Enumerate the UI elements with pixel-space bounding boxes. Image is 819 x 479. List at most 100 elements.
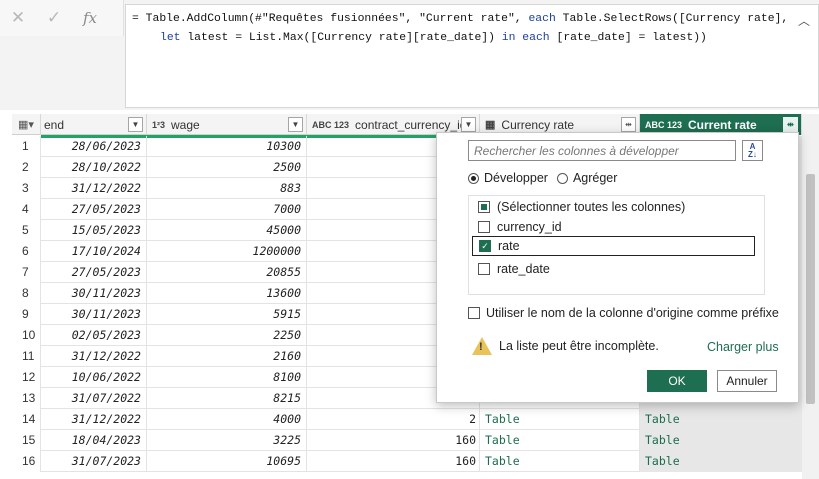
power-query-editor: ✕ ✓ fx = Table.AddColumn(#"Requêtes fusi…: [0, 0, 819, 479]
cell-wage[interactable]: 13600: [147, 283, 307, 304]
cell-wage[interactable]: 45000: [147, 220, 307, 241]
row-number: 2: [12, 157, 41, 178]
cell-currency-rate[interactable]: Table: [480, 409, 640, 430]
load-more-link[interactable]: Charger plus: [707, 340, 779, 354]
cell-wage[interactable]: 10695: [147, 451, 307, 472]
table-row[interactable]: 16 31/07/2023 10695 160 Table Table: [12, 451, 802, 472]
formula-seg: [rate_date] = latest)): [549, 32, 707, 44]
cell-wage[interactable]: 8100: [147, 367, 307, 388]
column-header-label: wage: [171, 117, 200, 132]
cancel-button[interactable]: Annuler: [717, 370, 777, 392]
row-number: 14: [12, 409, 41, 430]
checkbox-select-all[interactable]: (Sélectionner toutes les colonnes): [478, 197, 685, 217]
checkbox-unchecked-icon[interactable]: [468, 307, 480, 319]
table-row[interactable]: 15 18/04/2023 3225 160 Table Table: [12, 430, 802, 451]
cell-wage[interactable]: 4000: [147, 409, 307, 430]
close-icon[interactable]: ✕: [0, 0, 36, 36]
radio-aggregate[interactable]: Agréger: [556, 171, 617, 185]
checkbox-partial-icon[interactable]: [478, 201, 490, 213]
checkbox-rate[interactable]: ✓ rate: [472, 236, 755, 256]
radio-selected-icon[interactable]: [468, 172, 479, 184]
type-number-icon[interactable]: 1²3: [152, 120, 165, 129]
cell-end[interactable]: 28/10/2022: [41, 157, 147, 178]
cell-end[interactable]: 27/05/2023: [41, 262, 147, 283]
cell-current-rate[interactable]: Table: [640, 430, 802, 451]
cell-end[interactable]: 30/11/2023: [41, 283, 147, 304]
expand-icon[interactable]: ⇹: [783, 117, 798, 132]
type-any-icon[interactable]: ABC 123: [645, 120, 682, 129]
cell-currency-rate[interactable]: Table: [480, 451, 640, 472]
expand-icon[interactable]: ⇹: [621, 117, 636, 132]
cell-wage[interactable]: 2500: [147, 157, 307, 178]
formula-seg: = Table.AddColumn(#"Requêtes fusionnées"…: [132, 13, 529, 25]
cell-end[interactable]: 28/06/2023: [41, 136, 147, 157]
table-menu-icon[interactable]: ▦▾: [12, 114, 41, 135]
cell-end[interactable]: 31/12/2022: [41, 178, 147, 199]
checkbox-unchecked-icon[interactable]: [478, 263, 490, 275]
cell-end[interactable]: 27/05/2023: [41, 199, 147, 220]
checkbox-label: currency_id: [497, 220, 562, 234]
cell-end[interactable]: 31/12/2022: [41, 409, 147, 430]
cell-end[interactable]: 31/12/2022: [41, 346, 147, 367]
cell-wage[interactable]: 883: [147, 178, 307, 199]
cell-current-rate[interactable]: Table: [640, 451, 802, 472]
cell-wage[interactable]: 7000: [147, 199, 307, 220]
cell-wage[interactable]: 8215: [147, 388, 307, 409]
cell-end[interactable]: 30/11/2023: [41, 304, 147, 325]
cell-wage[interactable]: 5915: [147, 304, 307, 325]
search-input[interactable]: [468, 140, 736, 161]
formula-bar: ✕ ✓ fx = Table.AddColumn(#"Requêtes fusi…: [0, 0, 819, 110]
cell-end[interactable]: 31/07/2022: [41, 388, 147, 409]
filter-icon[interactable]: ▼: [288, 117, 303, 132]
formula-keyword: in each: [501, 32, 550, 44]
cell-contract-currency-id[interactable]: 160: [307, 451, 480, 472]
formula-input[interactable]: = Table.AddColumn(#"Requêtes fusionnées"…: [125, 4, 819, 108]
fx-icon[interactable]: fx: [72, 0, 108, 36]
ok-button[interactable]: OK: [647, 370, 707, 392]
cell-end[interactable]: 31/07/2023: [41, 451, 147, 472]
checkbox-checked-icon[interactable]: ✓: [479, 240, 491, 252]
cell-current-rate[interactable]: Table: [640, 409, 802, 430]
sort-az-icon[interactable]: A Z↓: [742, 140, 763, 161]
expand-column-popup: AZ↓ Développer Agréger (Sélectionner tou…: [436, 132, 799, 403]
cell-wage[interactable]: 3225: [147, 430, 307, 451]
radio-expand[interactable]: Développer: [468, 171, 548, 185]
cell-contract-currency-id[interactable]: 2: [307, 409, 480, 430]
checkbox-label: (Sélectionner toutes les colonnes): [497, 200, 686, 214]
cell-wage[interactable]: 20855: [147, 262, 307, 283]
prefix-label: Utiliser le nom de la colonne d'origine …: [486, 306, 779, 320]
table-row[interactable]: 14 31/12/2022 4000 2 Table Table: [12, 409, 802, 430]
row-number: 4: [12, 199, 41, 220]
check-icon[interactable]: ✓: [36, 0, 72, 36]
row-number: 13: [12, 388, 41, 409]
cell-wage[interactable]: 1200000: [147, 241, 307, 262]
radio-unselected-icon[interactable]: [556, 172, 568, 184]
checkbox-rate-date[interactable]: rate_date: [478, 259, 550, 279]
cell-currency-rate[interactable]: Table: [480, 430, 640, 451]
checkbox-currency-id[interactable]: currency_id: [478, 217, 562, 237]
formula-text[interactable]: = Table.AddColumn(#"Requêtes fusionnées"…: [132, 10, 788, 48]
cell-contract-currency-id[interactable]: 160: [307, 430, 480, 451]
scrollbar-thumb[interactable]: [806, 174, 815, 404]
filter-icon[interactable]: ▼: [128, 117, 143, 132]
prefix-option[interactable]: Utiliser le nom de la colonne d'origine …: [468, 306, 779, 320]
cell-end[interactable]: 15/05/2023: [41, 220, 147, 241]
chevron-up-icon[interactable]: ︿: [796, 12, 812, 28]
cell-end[interactable]: 02/05/2023: [41, 325, 147, 346]
row-number: 8: [12, 283, 41, 304]
filter-icon[interactable]: ▼: [461, 117, 476, 132]
cell-wage[interactable]: 2250: [147, 325, 307, 346]
cell-wage[interactable]: 10300: [147, 136, 307, 157]
cell-wage[interactable]: 2160: [147, 346, 307, 367]
row-number: 15: [12, 430, 41, 451]
checkbox-unchecked-icon[interactable]: [478, 221, 490, 233]
column-header-end[interactable]: end ▼: [41, 114, 147, 135]
vertical-scrollbar[interactable]: [802, 114, 819, 479]
type-table-icon[interactable]: ▦: [485, 119, 495, 130]
cell-end[interactable]: 10/06/2022: [41, 367, 147, 388]
column-list: (Sélectionner toutes les colonnes) curre…: [468, 195, 765, 295]
cell-end[interactable]: 18/04/2023: [41, 430, 147, 451]
column-header-wage[interactable]: 1²3 wage ▼: [147, 114, 307, 135]
type-any-icon[interactable]: ABC 123: [312, 120, 349, 129]
cell-end[interactable]: 17/10/2024: [41, 241, 147, 262]
